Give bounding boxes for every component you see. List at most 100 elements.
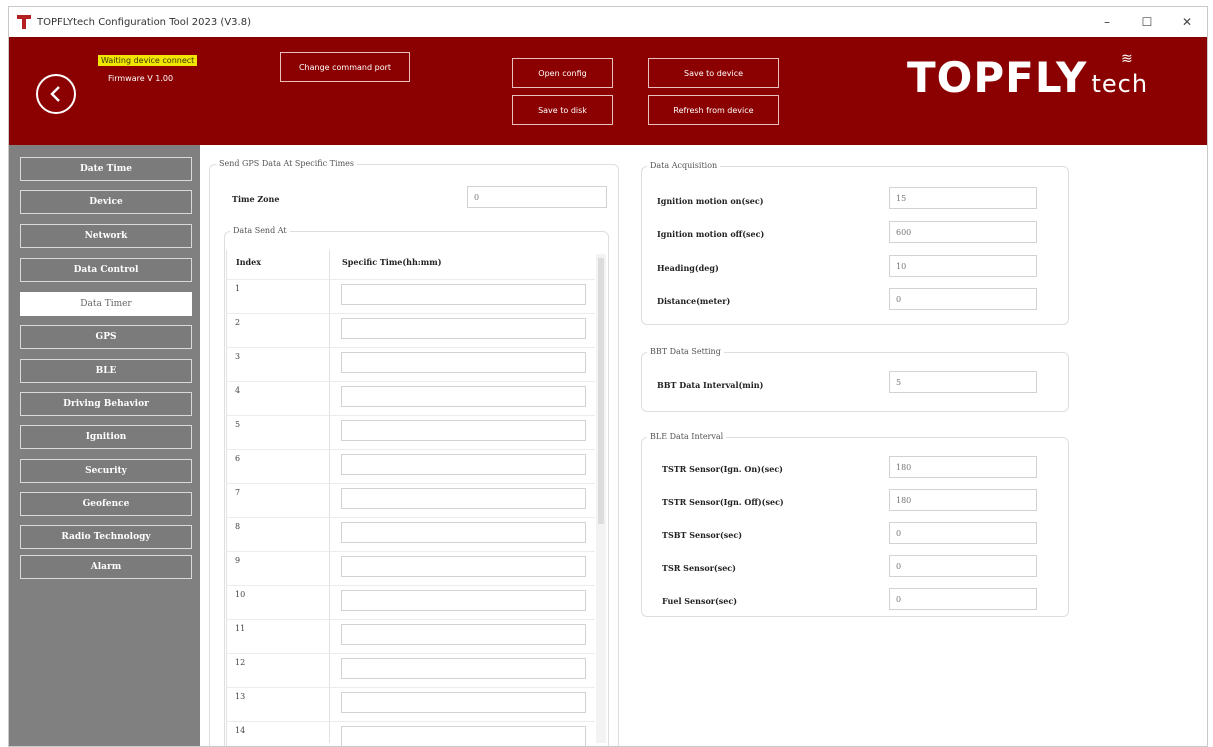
sidebar-item-geofence[interactable]: Geofence bbox=[20, 492, 192, 516]
tstr-ign-off-label: TSTR Sensor(Ign. Off)(sec) bbox=[662, 497, 784, 507]
specific-time-input[interactable] bbox=[341, 420, 586, 441]
row-index: 14 bbox=[235, 726, 246, 735]
tstr-ign-on-input[interactable]: 180 bbox=[889, 456, 1037, 478]
specific-time-table: Index Specific Time(hh:mm) 1 2 3 4 5 6 7… bbox=[226, 250, 606, 746]
specific-time-input[interactable] bbox=[341, 488, 586, 509]
distance-input[interactable]: 0 bbox=[889, 288, 1037, 310]
tsr-sensor-input[interactable]: 0 bbox=[889, 555, 1037, 577]
header: Waiting device connect Firmware V 1.00 C… bbox=[9, 37, 1207, 145]
specific-time-input[interactable] bbox=[341, 556, 586, 577]
row-index: 10 bbox=[235, 590, 246, 599]
window-title: TOPFLYtech Configuration Tool 2023 (V3.8… bbox=[37, 16, 251, 28]
data-acquisition-title: Data Acquisition bbox=[647, 161, 721, 170]
specific-time-input[interactable] bbox=[341, 522, 586, 543]
heading-input[interactable]: 10 bbox=[889, 255, 1037, 277]
sidebar-item-ble[interactable]: BLE bbox=[20, 359, 192, 383]
change-command-port-button[interactable]: Change command port bbox=[280, 52, 410, 82]
table-row: 3 bbox=[227, 347, 595, 381]
tstr-ign-on-label: TSTR Sensor(Ign. On)(sec) bbox=[662, 464, 783, 474]
wifi-icon: ≋ bbox=[1121, 51, 1134, 67]
open-config-button[interactable]: Open config bbox=[512, 58, 613, 88]
sidebar-item-ignition[interactable]: Ignition bbox=[20, 425, 192, 449]
bbt-interval-input[interactable]: 5 bbox=[889, 371, 1037, 393]
specific-time-input[interactable] bbox=[341, 726, 586, 746]
row-index: 8 bbox=[235, 522, 241, 531]
table-row: 14 bbox=[227, 721, 595, 746]
specific-time-input[interactable] bbox=[341, 352, 586, 373]
table-row: 10 bbox=[227, 585, 595, 619]
sidebar-item-driving-behavior[interactable]: Driving Behavior bbox=[20, 392, 192, 416]
app-window: TOPFLYtech Configuration Tool 2023 (V3.8… bbox=[8, 6, 1208, 747]
table-row: 2 bbox=[227, 313, 595, 347]
ignition-motion-off-input[interactable]: 600 bbox=[889, 221, 1037, 243]
table-row: 1 bbox=[227, 279, 595, 313]
sidebar-item-data-control[interactable]: Data Control bbox=[20, 258, 192, 282]
tsr-sensor-label: TSR Sensor(sec) bbox=[662, 563, 736, 573]
specific-time-input[interactable] bbox=[341, 318, 586, 339]
distance-label: Distance(meter) bbox=[657, 296, 731, 306]
specific-time-input[interactable] bbox=[341, 386, 586, 407]
specific-time-input[interactable] bbox=[341, 590, 586, 611]
refresh-from-device-button[interactable]: Refresh from device bbox=[648, 95, 779, 125]
sidebar-item-device[interactable]: Device bbox=[20, 190, 192, 214]
index-column-header: Index bbox=[236, 257, 262, 267]
row-index: 3 bbox=[235, 352, 241, 361]
minimize-button[interactable]: – bbox=[1087, 7, 1127, 37]
row-index: 11 bbox=[235, 624, 246, 633]
fuel-sensor-input[interactable]: 0 bbox=[889, 588, 1037, 610]
specific-time-input[interactable] bbox=[341, 624, 586, 645]
row-index: 5 bbox=[235, 420, 241, 429]
app-logo-icon bbox=[17, 15, 31, 29]
time-zone-input[interactable]: 0 bbox=[467, 186, 607, 208]
title-bar[interactable]: TOPFLYtech Configuration Tool 2023 (V3.8… bbox=[9, 7, 1207, 37]
ignition-motion-on-input[interactable]: 15 bbox=[889, 187, 1037, 209]
table-row: 13 bbox=[227, 687, 595, 721]
specific-time-input[interactable] bbox=[341, 658, 586, 679]
save-to-disk-button[interactable]: Save to disk bbox=[512, 95, 613, 125]
tsbt-sensor-input[interactable]: 0 bbox=[889, 522, 1037, 544]
ignition-motion-on-label: Ignition motion on(sec) bbox=[657, 196, 764, 206]
row-index: 12 bbox=[235, 658, 246, 667]
sidebar-item-date-time[interactable]: Date Time bbox=[20, 157, 192, 181]
row-index: 1 bbox=[235, 284, 241, 293]
ble-data-title: BLE Data Interval bbox=[647, 432, 727, 441]
time-zone-label: Time Zone bbox=[232, 194, 280, 204]
table-row: 5 bbox=[227, 415, 595, 449]
chevron-left-icon bbox=[50, 86, 60, 102]
logo-suffix: tech bbox=[1091, 70, 1149, 98]
scrollbar-thumb[interactable] bbox=[598, 258, 604, 524]
time-column-header: Specific Time(hh:mm) bbox=[342, 257, 442, 267]
row-index: 2 bbox=[235, 318, 241, 327]
specific-time-input[interactable] bbox=[341, 284, 586, 305]
row-index: 4 bbox=[235, 386, 241, 395]
tsbt-sensor-label: TSBT Sensor(sec) bbox=[662, 530, 743, 540]
sidebar-item-network[interactable]: Network bbox=[20, 224, 192, 248]
sidebar-item-security[interactable]: Security bbox=[20, 459, 192, 483]
table-row: 4 bbox=[227, 381, 595, 415]
sidebar-item-alarm[interactable]: Alarm bbox=[20, 555, 192, 579]
save-to-device-button[interactable]: Save to device bbox=[648, 58, 779, 88]
sidebar-item-gps[interactable]: GPS bbox=[20, 325, 192, 349]
tstr-ign-off-input[interactable]: 180 bbox=[889, 489, 1037, 511]
sidebar-item-radio-technology[interactable]: Radio Technology bbox=[20, 525, 192, 549]
fuel-sensor-label: Fuel Sensor(sec) bbox=[662, 596, 738, 606]
heading-label: Heading(deg) bbox=[657, 263, 719, 273]
row-index: 7 bbox=[235, 488, 241, 497]
sidebar-item-data-timer[interactable]: Data Timer bbox=[20, 292, 192, 316]
bbt-data-title: BBT Data Setting bbox=[647, 347, 724, 356]
specific-time-input[interactable] bbox=[341, 454, 586, 475]
row-index: 13 bbox=[235, 692, 246, 701]
data-send-group-title: Data Send At bbox=[230, 226, 290, 235]
back-button[interactable] bbox=[36, 74, 76, 114]
maximize-button[interactable]: ☐ bbox=[1127, 7, 1167, 37]
table-row: 8 bbox=[227, 517, 595, 551]
specific-time-input[interactable] bbox=[341, 692, 586, 713]
table-row: 7 bbox=[227, 483, 595, 517]
firmware-version: Firmware V 1.00 bbox=[108, 74, 174, 83]
table-row: 9 bbox=[227, 551, 595, 585]
close-button[interactable]: ✕ bbox=[1167, 7, 1207, 37]
window-controls: – ☐ ✕ bbox=[1087, 7, 1207, 37]
row-index: 9 bbox=[235, 556, 241, 565]
row-index: 6 bbox=[235, 454, 241, 463]
table-scrollbar[interactable] bbox=[596, 254, 606, 743]
